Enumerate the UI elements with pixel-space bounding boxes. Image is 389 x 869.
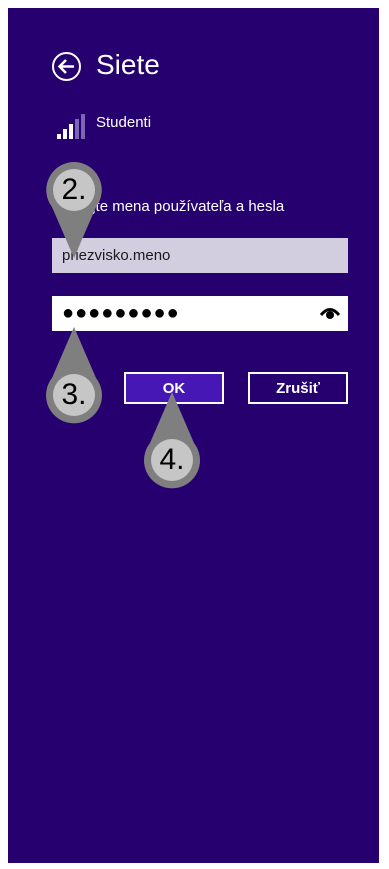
step-2-marker: 2. [44,160,104,260]
eye-icon[interactable] [320,304,340,322]
step-2-label: 2. [61,173,87,206]
cancel-button[interactable]: Zrušiť [248,372,348,404]
password-value: ●●●●●●●●● [62,302,180,324]
back-arrow-icon [58,59,74,74]
step-3-label: 3. [61,378,87,411]
step-4-marker: 4. [142,390,202,490]
network-name: Studenti [96,114,152,131]
wifi-signal-icon [57,114,85,139]
page-title: Siete [96,49,160,80]
step-4-label: 4. [159,443,185,476]
step-3-marker: 3. [44,325,104,425]
back-button[interactable] [52,52,81,81]
